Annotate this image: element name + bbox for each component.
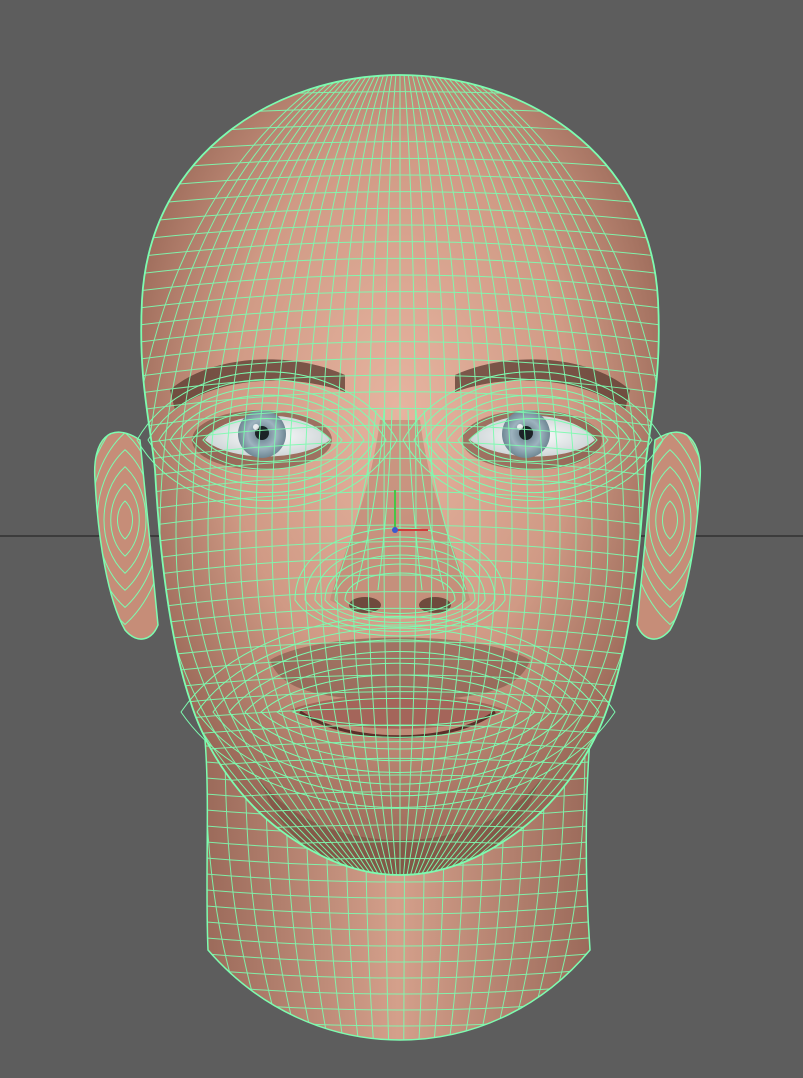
viewport-canvas[interactable] (0, 0, 803, 1078)
z-axis-handle[interactable] (392, 527, 398, 533)
head-mesh[interactable] (118, 74, 682, 876)
3d-viewport[interactable] (0, 0, 803, 1078)
